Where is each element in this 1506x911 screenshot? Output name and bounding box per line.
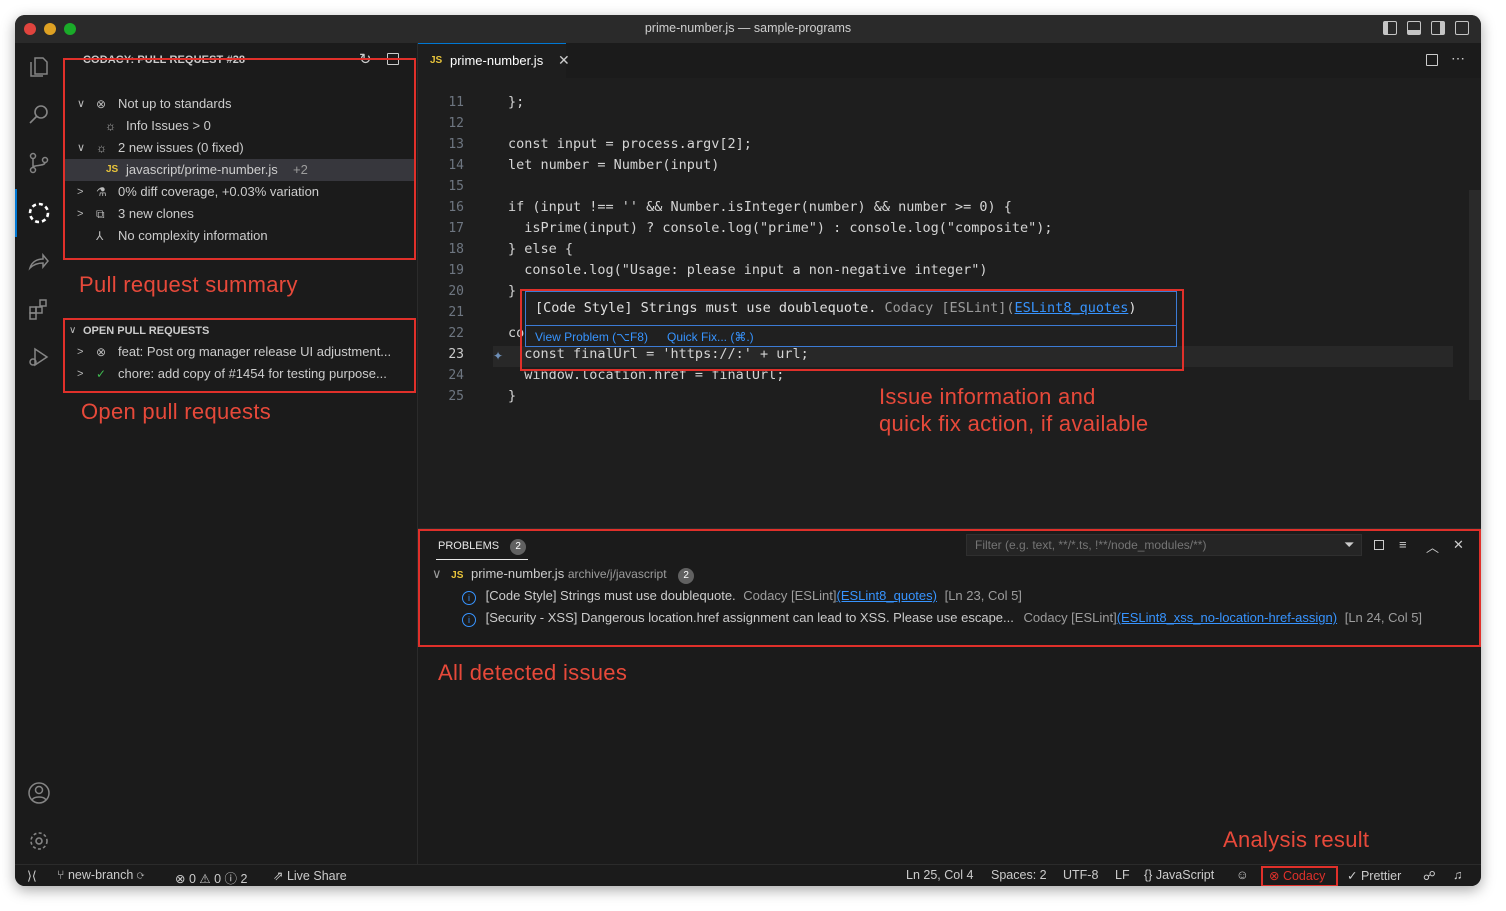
- line-number: 17: [448, 221, 464, 236]
- open-prs-highlight: [63, 318, 416, 393]
- end-of-line[interactable]: LF: [1115, 868, 1130, 882]
- accounts-icon[interactable]: [27, 781, 51, 805]
- split-editor-icon[interactable]: [1426, 54, 1438, 66]
- line-number: 15: [448, 179, 464, 194]
- extensions-icon[interactable]: [27, 297, 51, 321]
- codacy-icon[interactable]: [27, 201, 51, 225]
- javascript-file-icon: JS: [430, 55, 443, 66]
- open-prs-annotation: Open pull requests: [81, 399, 272, 424]
- codacy-sidebar: CODACY: PULL REQUEST #28 ↻ ∨ ⊗ Not up to…: [63, 43, 418, 864]
- code-line: console.log("Usage: please input a non-n…: [508, 262, 988, 278]
- line-number: 18: [448, 242, 464, 257]
- source-control-icon[interactable]: [27, 151, 51, 175]
- editor-tab-bar: JS prime-number.js ✕ ⋯: [418, 43, 1481, 79]
- line-number: 24: [448, 368, 464, 383]
- cursor-position[interactable]: Ln 25, Col 4: [906, 868, 973, 882]
- line-number: 22: [448, 326, 464, 341]
- problems-indicator[interactable]: ⊗ 0 ⚠ 0 ⓘ 2: [175, 868, 247, 886]
- toggle-panel-icon[interactable]: [1407, 21, 1421, 35]
- issue-info-highlight: [520, 289, 1184, 371]
- line-number: 25: [448, 389, 464, 404]
- title-bar: prime-number.js — sample-programs: [15, 15, 1481, 44]
- line-number: 23: [448, 347, 464, 362]
- status-bar: ⟩⟨ ⑂ new-branch ⟳ ⊗ 0 ⚠ 0 ⓘ 2 ⇗ Live Sha…: [15, 864, 1481, 886]
- prettier-status[interactable]: ✓ Prettier: [1347, 868, 1401, 883]
- code-line: };: [508, 94, 525, 110]
- language-mode[interactable]: {} JavaScript: [1144, 868, 1214, 882]
- close-tab-icon[interactable]: ✕: [558, 52, 570, 69]
- code-line: } else {: [508, 241, 574, 257]
- line-number: 12: [448, 116, 464, 131]
- pr-summary-annotation: Pull request summary: [79, 272, 298, 297]
- code-line: const input = process.argv[2];: [508, 136, 752, 152]
- live-share-icon[interactable]: [27, 249, 51, 273]
- toggle-sidebar-icon[interactable]: [1383, 21, 1397, 35]
- vscode-window: prime-number.js — sample-programs CODACY…: [15, 15, 1481, 886]
- window-title: prime-number.js — sample-programs: [644, 21, 852, 35]
- analysis-result-annotation: Analysis result: [1223, 827, 1370, 852]
- notifications-bell-icon[interactable]: ♫: [1453, 868, 1462, 882]
- settings-gear-icon[interactable]: [27, 829, 51, 853]
- sync-icon: ⟳: [136, 868, 145, 882]
- encoding[interactable]: UTF-8: [1063, 868, 1098, 882]
- code-line: }: [508, 388, 517, 404]
- tab-label: prime-number.js: [450, 53, 544, 68]
- search-icon[interactable]: [27, 103, 51, 127]
- feedback-icon[interactable]: ☍: [1423, 868, 1436, 883]
- code-editor[interactable]: 11 12 13 14 15 16 17 18 19 20 21 22 23 24 25 }; const i…: [418, 78, 1481, 528]
- toggle-secondary-sidebar-icon[interactable]: [1431, 21, 1445, 35]
- run-debug-icon[interactable]: [27, 345, 51, 369]
- all-issues-highlight: [418, 529, 1481, 647]
- remote-icon[interactable]: ⟩⟨: [27, 868, 37, 883]
- line-number: 14: [448, 158, 464, 173]
- line-number: 19: [448, 263, 464, 278]
- line-number: 20: [448, 284, 464, 299]
- line-number: 13: [448, 137, 464, 152]
- indentation[interactable]: Spaces: 2: [991, 868, 1047, 882]
- activity-bar: [15, 43, 63, 864]
- line-number: 11: [448, 95, 464, 110]
- line-number: 16: [448, 200, 464, 215]
- customize-layout-icon[interactable]: [1455, 21, 1469, 35]
- lightbulb-icon[interactable]: ✦: [493, 349, 503, 363]
- more-actions-icon[interactable]: ⋯: [1451, 50, 1465, 67]
- code-line: }: [508, 283, 517, 299]
- editor-scrollbar[interactable]: [1469, 190, 1481, 400]
- line-number: 21: [448, 305, 464, 320]
- issue-info-annotation: Issue information and: [879, 384, 1096, 409]
- codacy-status-highlight: [1261, 866, 1338, 886]
- code-line: isPrime(input) ? console.log("prime") : …: [508, 220, 1053, 236]
- pr-summary-highlight: [63, 58, 416, 260]
- problems-panel: PROBLEMS 2 ⏷ ≡ ︿ ✕ ∨ JS prime-number.js …: [418, 528, 1481, 865]
- code-line: if (input !== '' && Number.isInteger(num…: [508, 199, 1012, 215]
- active-view-indicator: [15, 189, 17, 237]
- code-line: let number = Number(input): [508, 157, 720, 173]
- all-issues-annotation: All detected issues: [438, 660, 628, 685]
- branch-indicator[interactable]: ⑂ new-branch ⟳: [57, 868, 144, 882]
- copilot-icon[interactable]: ☺: [1236, 868, 1249, 882]
- issue-info-annotation: quick fix action, if available: [879, 411, 1149, 436]
- tab-prime-number-js[interactable]: JS prime-number.js ✕: [418, 43, 570, 79]
- explorer-icon[interactable]: [27, 55, 51, 79]
- live-share-button[interactable]: ⇗ Live Share: [273, 868, 347, 883]
